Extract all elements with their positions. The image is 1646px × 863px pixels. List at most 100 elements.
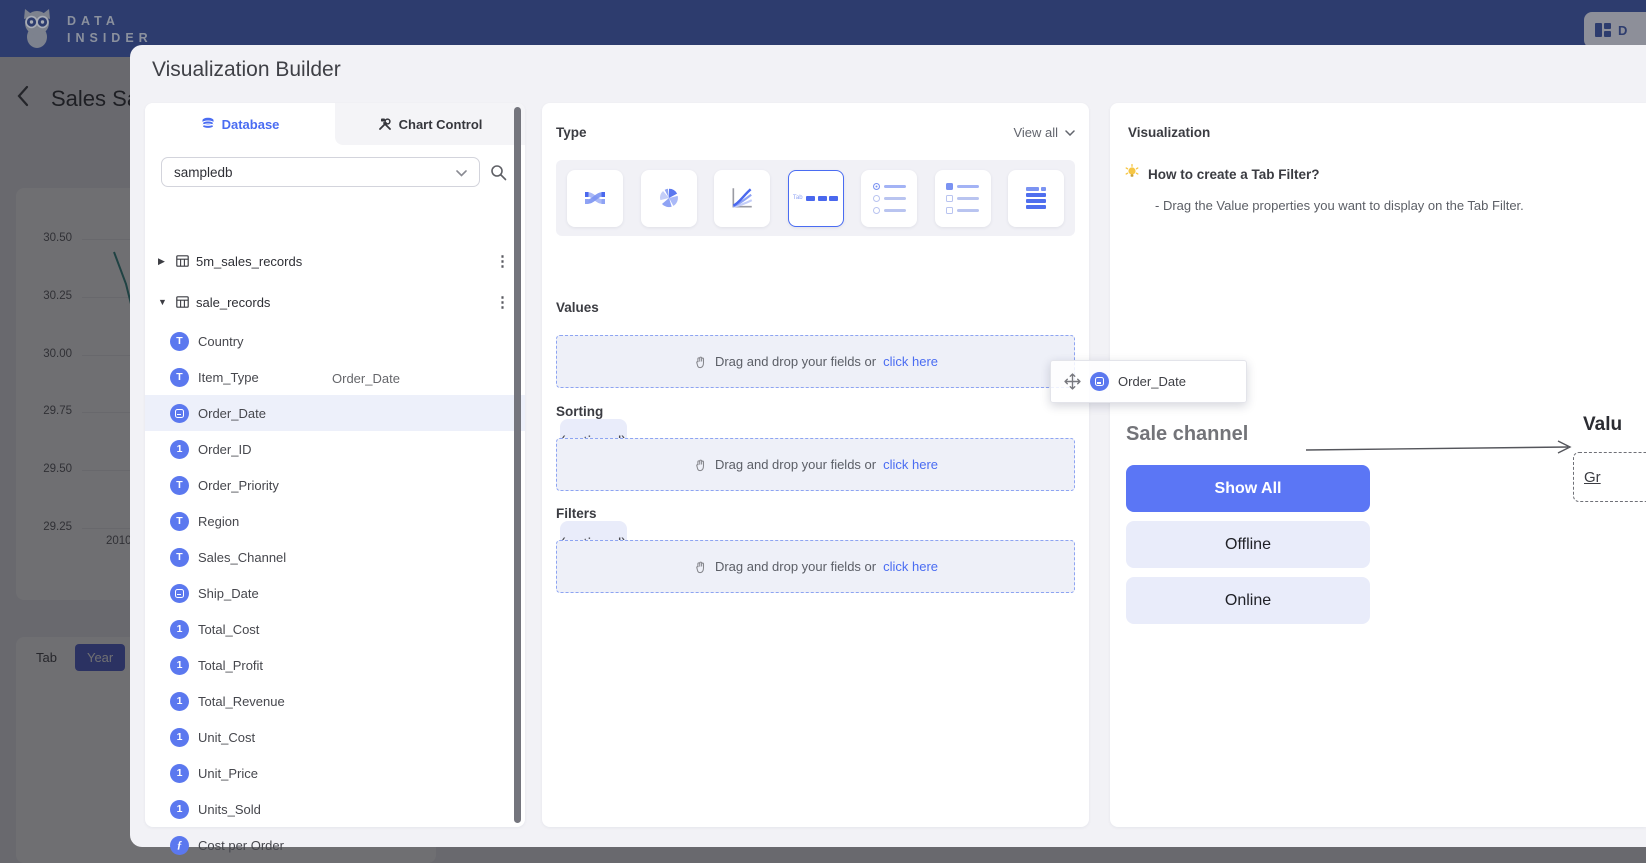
- chart-type-radio-list[interactable]: [861, 170, 917, 227]
- kebab-menu-icon[interactable]: ⋮: [495, 252, 510, 270]
- drag-chip-label: Order_Date: [1118, 374, 1186, 389]
- chart-type-line-chart[interactable]: [714, 170, 770, 227]
- text-type-icon: T: [170, 476, 189, 495]
- field-row[interactable]: Ship_Date: [145, 575, 525, 611]
- field-name: Order_Date: [198, 406, 266, 421]
- field-list: T Country T Item_Type Order_Date 1 Order_ID T Or…: [145, 323, 525, 863]
- chart-type-pie[interactable]: [641, 170, 697, 227]
- tools-icon: [378, 117, 392, 131]
- field-name: Country: [198, 334, 244, 349]
- dropzone-text: Drag and drop your fields or: [715, 457, 876, 472]
- field-row[interactable]: T Order_Priority: [145, 467, 525, 503]
- field-row[interactable]: T Region: [145, 503, 525, 539]
- field-row[interactable]: 1 Unit_Price: [145, 755, 525, 791]
- text-type-icon: T: [170, 512, 189, 531]
- tab-chart-control[interactable]: Chart Control: [335, 103, 525, 145]
- vertical-scrollbar[interactable]: [514, 107, 521, 823]
- function-type-icon: ƒ: [170, 836, 189, 855]
- field-row[interactable]: 1Unit_Cost: [145, 719, 525, 755]
- tip-title: How to create a Tab Filter?: [1148, 167, 1320, 182]
- dragged-field-chip[interactable]: Order_Date: [1050, 360, 1247, 403]
- widget-title: Sale channel: [1126, 423, 1248, 446]
- database-select-value: sampledb: [174, 165, 233, 180]
- field-row[interactable]: 1Units_Sold: [145, 791, 525, 827]
- number-type-icon: 1: [170, 764, 189, 783]
- tree-node-5m-sales-records[interactable]: ▶ 5m_sales_records ⋮: [145, 243, 525, 279]
- field-row[interactable]: ƒ Cost per Order: [145, 827, 525, 863]
- chart-type-strip: Tab: [556, 160, 1075, 236]
- drag-hand-icon: [693, 354, 708, 370]
- owl-logo-icon: [17, 7, 57, 51]
- text-type-icon: T: [170, 548, 189, 567]
- filters-dropzone[interactable]: Drag and drop your fields or click here: [556, 540, 1075, 593]
- builder-panel: Type View all Tab Values Drag and drop y…: [542, 103, 1089, 827]
- date-type-icon: [1090, 372, 1109, 391]
- drag-ghost-label: Order_Date: [332, 371, 400, 386]
- dashboard-icon: [1594, 22, 1612, 38]
- annotation-title: Valu: [1583, 414, 1622, 436]
- option-button-offline[interactable]: Offline: [1126, 521, 1370, 568]
- field-row[interactable]: TSales_Channel: [145, 539, 525, 575]
- field-row[interactable]: T Country: [145, 323, 525, 359]
- database-select[interactable]: sampledb: [161, 157, 480, 187]
- tab-chart-control-label: Chart Control: [399, 117, 483, 132]
- view-all-button[interactable]: View all: [1013, 125, 1075, 140]
- field-row[interactable]: 1Total_Cost: [145, 611, 525, 647]
- chevron-down-icon: [1065, 130, 1075, 136]
- brand-text: DATA INSIDER: [67, 14, 153, 45]
- left-panel-tabs: Database Chart Control: [145, 103, 525, 145]
- search-icon[interactable]: [490, 164, 507, 186]
- kebab-menu-icon[interactable]: ⋮: [495, 293, 510, 311]
- chevron-down-icon: [456, 165, 467, 180]
- text-type-icon: T: [170, 332, 189, 351]
- dashboard-nav-label: D: [1618, 23, 1627, 38]
- caret-right-icon[interactable]: ▶: [158, 256, 169, 267]
- caret-down-icon[interactable]: ▼: [158, 297, 169, 307]
- brand-line-2: INSIDER: [67, 31, 153, 45]
- field-row[interactable]: 1 Order_ID: [145, 431, 525, 467]
- field-row[interactable]: 1 Total_Profit: [145, 647, 525, 683]
- number-type-icon: 1: [170, 440, 189, 459]
- values-dropzone[interactable]: Drag and drop your fields or click here: [556, 335, 1075, 388]
- chart-type-checkbox-list[interactable]: [935, 170, 991, 227]
- brand-line-1: DATA: [67, 14, 153, 28]
- dropzone-text: Drag and drop your fields or: [715, 354, 876, 369]
- table-name: 5m_sales_records: [196, 254, 302, 269]
- option-button-online[interactable]: Online: [1126, 577, 1370, 624]
- dropzone-click-here-link[interactable]: click here: [883, 354, 938, 369]
- option-button-show-all[interactable]: Show All: [1126, 465, 1370, 512]
- chart-type-sankey[interactable]: [567, 170, 623, 227]
- field-row[interactable]: 1Total_Revenue: [145, 683, 525, 719]
- chart-type-tab-filter[interactable]: Tab: [788, 170, 844, 227]
- field-name: Ship_Date: [198, 586, 259, 601]
- tree-node-sale-records[interactable]: ▼ sale_records ⋮: [145, 284, 525, 320]
- dropzone-click-here-link[interactable]: click here: [883, 559, 938, 574]
- field-name: Region: [198, 514, 239, 529]
- tab-database[interactable]: Database: [145, 103, 335, 145]
- field-name: Order_Priority: [198, 478, 279, 493]
- table-icon: [176, 255, 189, 267]
- field-name: Total_Profit: [198, 658, 263, 673]
- field-name: Cost per Order: [198, 838, 284, 853]
- drag-hand-icon: [693, 457, 708, 473]
- database-icon: [201, 117, 215, 131]
- field-name: Order_ID: [198, 442, 251, 457]
- modal-title: Visualization Builder: [152, 58, 341, 82]
- annotation-link[interactable]: Gr: [1584, 469, 1601, 486]
- field-name: Total_Cost: [198, 622, 259, 637]
- values-section-label: Values: [556, 300, 599, 315]
- dropzone-text: Drag and drop your fields or: [715, 559, 876, 574]
- database-panel: Database Chart Control sampledb: [145, 103, 525, 827]
- sorting-dropzone[interactable]: Drag and drop your fields or click here: [556, 438, 1075, 491]
- visualization-header: Visualization: [1128, 125, 1210, 140]
- number-type-icon: 1: [170, 656, 189, 675]
- dashboard-nav-button[interactable]: D: [1584, 12, 1646, 48]
- chart-type-data-table[interactable]: [1008, 170, 1064, 227]
- field-name: Item_Type: [198, 370, 259, 385]
- field-name: Unit_Price: [198, 766, 258, 781]
- date-type-icon: [170, 404, 189, 423]
- field-name: Unit_Cost: [198, 730, 255, 745]
- brand-logo[interactable]: DATA INSIDER: [17, 7, 153, 51]
- dropzone-click-here-link[interactable]: click here: [883, 457, 938, 472]
- field-row[interactable]: Order_Date: [145, 395, 525, 431]
